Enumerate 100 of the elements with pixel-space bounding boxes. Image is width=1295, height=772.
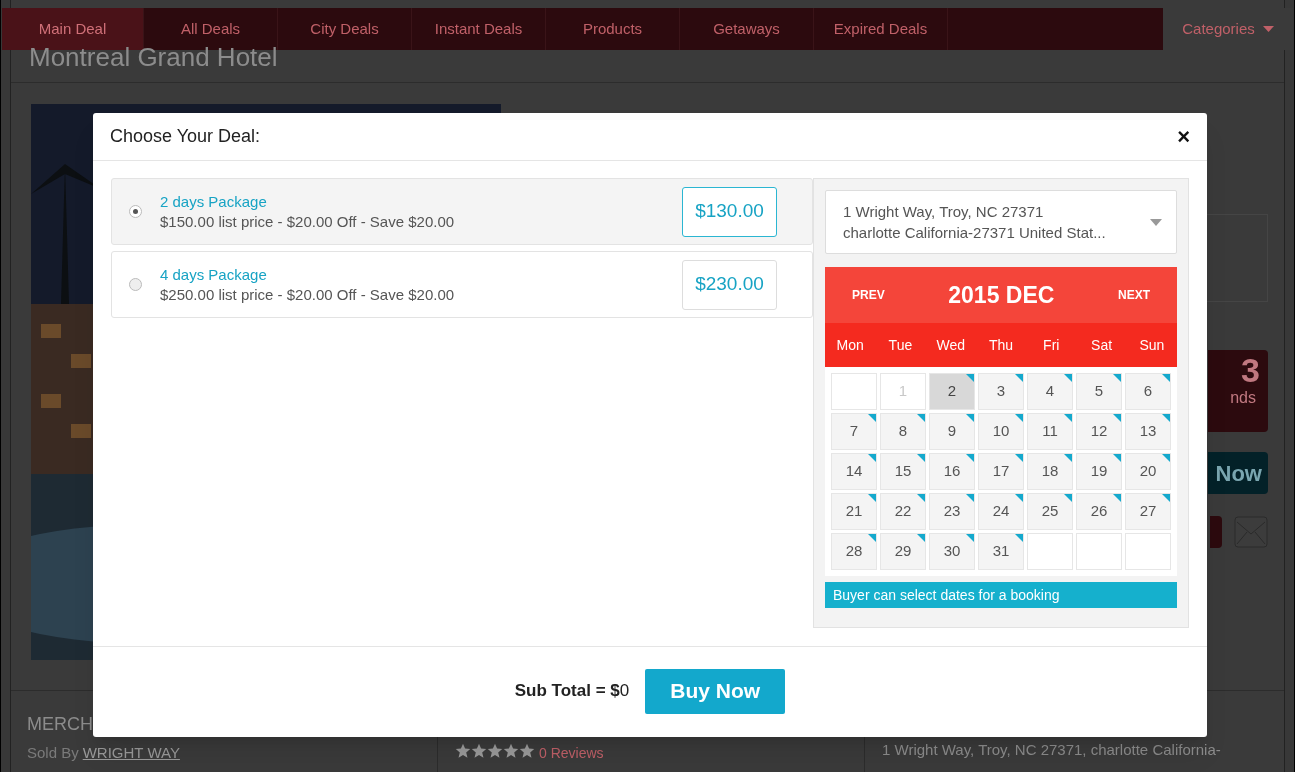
weekday-label: Fri <box>1042 335 1061 355</box>
sold-by-label: Sold By <box>27 743 79 763</box>
day-cell[interactable]: 17 <box>978 453 1024 490</box>
star-icon <box>487 743 503 759</box>
day-cell[interactable]: 21 <box>831 493 877 530</box>
day-cell[interactable]: 27 <box>1125 493 1171 530</box>
corner-mark-icon <box>917 534 925 542</box>
day-cell[interactable]: 30 <box>929 533 975 570</box>
star-icon <box>519 743 535 759</box>
corner-mark-icon <box>966 454 974 462</box>
corner-mark-icon <box>1064 414 1072 422</box>
star-icon <box>503 743 519 759</box>
dropdown-caret-icon <box>1150 218 1162 226</box>
corner-mark-icon <box>1162 494 1170 502</box>
day-cell[interactable]: 18 <box>1027 453 1073 490</box>
corner-mark-icon <box>1015 414 1023 422</box>
star-icon <box>455 743 471 759</box>
corner-mark-icon <box>1162 414 1170 422</box>
corner-mark-icon <box>966 534 974 542</box>
day-cell[interactable]: 22 <box>880 493 926 530</box>
corner-mark-icon <box>1064 454 1072 462</box>
deal-detail: $150.00 list price - $20.00 Off - Save $20.00 <box>160 211 456 232</box>
nav-tab[interactable]: City Deals <box>278 8 412 50</box>
corner-mark-icon <box>1015 494 1023 502</box>
nav-tab[interactable]: Expired Deals <box>814 8 948 50</box>
day-cell[interactable]: 14 <box>831 453 877 490</box>
day-cell[interactable]: 10 <box>978 413 1024 450</box>
day-cell[interactable]: 11 <box>1027 413 1073 450</box>
day-cell[interactable]: 26 <box>1076 493 1122 530</box>
radio-button[interactable] <box>129 278 142 291</box>
deal-option[interactable]: 2 days Package $150.00 list price - $20.00 Off - Save $20.00 $130.00 <box>111 178 813 245</box>
corner-mark-icon <box>868 454 876 462</box>
corner-mark-icon <box>868 534 876 542</box>
location-line: charlotte California-27371 United Stat... <box>843 223 1107 243</box>
corner-mark-icon <box>917 414 925 422</box>
nav-tab[interactable]: Products <box>546 8 680 50</box>
counter-value: 3 <box>1241 350 1260 390</box>
day-cell[interactable]: 5 <box>1076 373 1122 410</box>
corner-mark-icon <box>966 414 974 422</box>
deal-name: 2 days Package <box>160 191 268 212</box>
day-cell[interactable]: 3 <box>978 373 1024 410</box>
location-dropdown[interactable]: 1 Wright Way, Troy, NC 27371 charlotte California-27371 United Stat... <box>825 190 1177 254</box>
radio-button[interactable] <box>129 205 142 218</box>
day-cell[interactable]: 2 <box>929 373 975 410</box>
deal-detail: $250.00 list price - $20.00 Off - Save $20.00 <box>160 284 456 305</box>
corner-mark-icon <box>1113 494 1121 502</box>
day-cell[interactable]: 15 <box>880 453 926 490</box>
calendar-title: 2015 DEC <box>948 280 1055 310</box>
price-tag: $130.00 <box>682 186 777 237</box>
corner-mark-icon <box>1113 454 1121 462</box>
deal-option[interactable]: 4 days Package $250.00 list price - $20.00 Off - Save $20.00 $230.00 <box>111 251 813 318</box>
corner-mark-icon <box>1162 454 1170 462</box>
counter-label: nds <box>1230 388 1256 408</box>
day-cell[interactable]: 29 <box>880 533 926 570</box>
corner-mark-icon <box>868 494 876 502</box>
day-cell[interactable]: 4 <box>1027 373 1073 410</box>
address-text: 1 Wright Way, Troy, NC 27371, charlotte California- <box>882 740 1221 760</box>
weekday-label: Mon <box>835 335 865 355</box>
seller-link[interactable]: WRIGHT WAY <box>82 742 180 765</box>
day-cell[interactable]: 9 <box>929 413 975 450</box>
deal-name: 4 days Package <box>160 264 268 285</box>
corner-mark-icon <box>1064 494 1072 502</box>
corner-mark-icon <box>1015 454 1023 462</box>
corner-mark-icon <box>1015 534 1023 542</box>
corner-mark-icon <box>868 414 876 422</box>
empty-day-cell <box>831 373 877 410</box>
empty-day-cell <box>1076 533 1122 570</box>
section-heading: MERCH <box>27 713 94 736</box>
star-icon <box>471 743 487 759</box>
corner-mark-icon <box>1113 374 1121 382</box>
day-cell[interactable]: 31 <box>978 533 1024 570</box>
weekday-label: Wed <box>935 335 966 355</box>
day-cell[interactable]: 23 <box>929 493 975 530</box>
location-line: 1 Wright Way, Troy, NC 27371 <box>843 202 1045 222</box>
corner-mark-icon <box>966 374 974 382</box>
corner-mark-icon <box>1064 374 1072 382</box>
prev-month-button[interactable]: PREV <box>852 286 885 304</box>
next-month-button[interactable]: NEXT <box>1117 286 1150 304</box>
corner-mark-icon <box>1162 374 1170 382</box>
day-cell[interactable]: 20 <box>1125 453 1171 490</box>
weekday-label: Thu <box>987 335 1015 355</box>
caret-icon <box>1262 26 1274 32</box>
share-button[interactable] <box>1210 516 1222 548</box>
day-cell[interactable]: 24 <box>978 493 1024 530</box>
corner-mark-icon <box>1015 374 1023 382</box>
day-cell[interactable]: 12 <box>1076 413 1122 450</box>
close-button[interactable]: × <box>1177 125 1190 148</box>
corner-mark-icon <box>917 494 925 502</box>
day-cell[interactable]: 8 <box>880 413 926 450</box>
nav-tab[interactable]: Getaways <box>680 8 814 50</box>
day-cell[interactable]: 16 <box>929 453 975 490</box>
day-cell[interactable]: 28 <box>831 533 877 570</box>
day-cell[interactable]: 19 <box>1076 453 1122 490</box>
day-cell[interactable]: 13 <box>1125 413 1171 450</box>
buy-now-button[interactable]: Now <box>1208 452 1268 494</box>
day-cell[interactable]: 6 <box>1125 373 1171 410</box>
empty-day-cell <box>1027 533 1073 570</box>
day-cell[interactable]: 7 <box>831 413 877 450</box>
nav-tab[interactable]: Instant Deals <box>412 8 546 50</box>
day-cell[interactable]: 25 <box>1027 493 1073 530</box>
